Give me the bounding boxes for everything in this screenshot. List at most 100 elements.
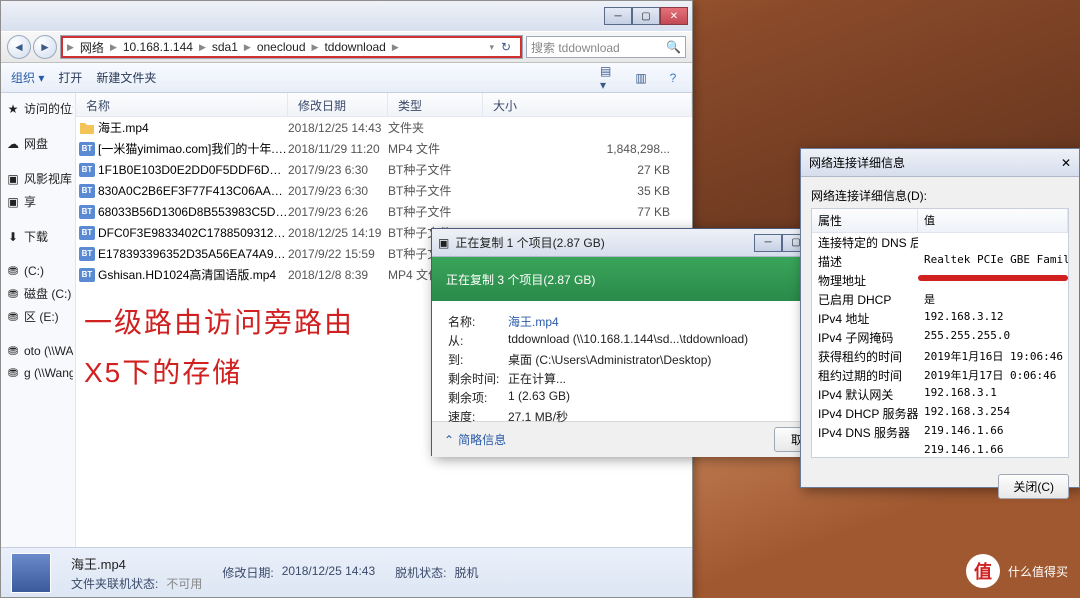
explorer-titlebar[interactable]: ─ ▢ ✕ [1, 1, 692, 31]
back-button[interactable]: ◄ [7, 35, 31, 59]
open-button[interactable]: 打开 [58, 69, 82, 86]
refresh-icon[interactable]: ↻ [496, 40, 516, 54]
watermark: 值 什么值得买 [966, 554, 1068, 588]
folder-icon [78, 121, 96, 135]
file-name: [一米猫yimimao.com]我们的十年.1080... [96, 140, 288, 157]
network-row[interactable]: IPv4 默认网关192.168.3.1 [812, 385, 1068, 404]
sidebar-item[interactable]: ★访问的位置 [3, 97, 73, 120]
close-icon[interactable]: ✕ [1061, 156, 1071, 170]
net-prop: IPv4 DHCP 服务器 [812, 404, 918, 423]
breadcrumb-item[interactable]: 10.168.1.144 [119, 40, 197, 54]
file-row[interactable]: BT830A0C2B6EF3F77F413C06AAC3A7A8...2017/… [76, 180, 692, 201]
net-val [918, 457, 1068, 458]
network-row[interactable]: 219.146.1.66 [812, 442, 1068, 457]
help-icon[interactable]: ? [664, 69, 682, 87]
breadcrumb-item[interactable]: sda1 [208, 40, 242, 54]
file-size: 77 KB [483, 205, 690, 219]
col-type[interactable]: 类型 [388, 93, 483, 116]
network-titlebar[interactable]: 网络连接详细信息 ✕ [801, 149, 1079, 177]
breadcrumb-item[interactable]: 网络 [76, 39, 108, 56]
dropdown-icon[interactable]: ▾ [489, 42, 494, 53]
file-row[interactable]: BT[一米猫yimimao.com]我们的十年.1080...2018/11/2… [76, 138, 692, 159]
col-date[interactable]: 修改日期 [288, 93, 388, 116]
file-row[interactable]: 海王.mp42018/12/25 14:43文件夹 [76, 117, 692, 138]
preview-icon[interactable]: ▥ [632, 69, 650, 87]
sidebar-item[interactable]: ⛃g (\\Wangta [3, 362, 73, 384]
annotation-text: X5下的存储 [84, 351, 242, 391]
col-value[interactable]: 值 [918, 209, 1068, 232]
net-val: 255.255.255.0 [918, 328, 1068, 347]
file-date: 2018/11/29 11:20 [288, 142, 388, 156]
file-size: 27 KB [483, 163, 690, 177]
copy-from: tddownload (\\10.168.1.144\sd...\tddownl… [508, 332, 828, 349]
copy-name[interactable]: 海王.mp4 [508, 313, 828, 330]
minimize-button[interactable]: ─ [604, 7, 632, 25]
bt-icon: BT [79, 163, 95, 177]
forward-button[interactable]: ► [33, 35, 57, 59]
breadcrumb[interactable]: ▶ 网络▶ 10.168.1.144▶ sda1▶ onecloud▶ tddo… [61, 36, 522, 58]
maximize-button[interactable]: ▢ [632, 7, 660, 25]
search-placeholder: 搜索 tddownload [531, 39, 620, 56]
sidebar-item[interactable]: ⬇下载 [3, 225, 73, 248]
close-button[interactable]: 关闭(C) [998, 474, 1069, 499]
chevron-up-icon: ⌃ [444, 433, 454, 447]
view-icon[interactable]: ▤ ▾ [600, 69, 618, 87]
network-row[interactable]: 物理地址 [812, 271, 1068, 290]
file-type: BT种子文件 [388, 182, 483, 199]
sidebar-item[interactable]: ⛃oto (\\WAN( [3, 340, 73, 362]
col-size[interactable]: 大小 [483, 93, 692, 116]
file-row[interactable]: BT1F1B0E103D0E2DD0F5DDF6DE739EE...2017/9… [76, 159, 692, 180]
network-row[interactable]: IPv4 地址192.168.3.12 [812, 309, 1068, 328]
network-drive-icon: ⛃ [5, 365, 21, 381]
sidebar-item[interactable]: ☁网盘 [3, 132, 73, 155]
more-info-toggle[interactable]: ⌃简略信息 [444, 431, 506, 448]
net-prop: IPv4 默认网关 [812, 385, 918, 404]
network-row[interactable]: 连接特定的 DNS 后缀 [812, 233, 1068, 252]
network-row[interactable]: IPv4 DHCP 服务器192.168.3.254 [812, 404, 1068, 423]
col-property[interactable]: 属性 [812, 209, 918, 232]
drive-icon: ⛃ [5, 309, 21, 325]
sidebar-item[interactable]: ⛃(C:) [3, 260, 73, 282]
minimize-button[interactable]: ─ [754, 234, 782, 252]
toolbar: 组织 ▾ 打开 新建文件夹 ▤ ▾ ▥ ? [1, 63, 692, 93]
sidebar-item[interactable]: ⛃磁盘 (C:) [3, 282, 73, 305]
net-prop: IPv4 DNS 服务器 [812, 423, 918, 442]
net-prop: IPv4 地址 [812, 309, 918, 328]
network-row[interactable]: IPv4 DNS 服务器219.146.1.66 [812, 423, 1068, 442]
file-name: 68033B56D1306D8B553983C5D5D58... [96, 205, 288, 219]
network-row[interactable]: IPv4 WINS 服务器 [812, 457, 1068, 458]
net-prop: IPv4 WINS 服务器 [812, 457, 918, 458]
network-row[interactable]: IPv4 子网掩码255.255.255.0 [812, 328, 1068, 347]
sidebar-item[interactable]: ▣享 [3, 190, 73, 213]
file-date: 2018/12/25 14:19 [288, 226, 388, 240]
search-input[interactable]: 搜索 tddownload 🔍 [526, 36, 686, 58]
cloud-icon: ☁ [5, 136, 21, 152]
breadcrumb-item[interactable]: onecloud [253, 40, 310, 54]
network-row[interactable]: 获得租约的时间2019年1月16日 19:06:46 [812, 347, 1068, 366]
network-table: 属性 值 连接特定的 DNS 后缀描述Realtek PCIe GBE Fami… [811, 208, 1069, 458]
net-prop: 物理地址 [812, 271, 918, 290]
watermark-badge-icon: 值 [966, 554, 1000, 588]
net-prop: 已启用 DHCP [812, 290, 918, 309]
file-size: 35 KB [483, 184, 690, 198]
copy-titlebar[interactable]: ▣正在复制 1 个项目(2.87 GB) ─ ▢ ✕ [432, 229, 844, 257]
copy-header: 正在复制 3 个项目(2.87 GB) [432, 257, 844, 301]
net-val: 192.168.3.1 [918, 385, 1068, 404]
network-row[interactable]: 租约过期的时间2019年1月17日 0:06:46 [812, 366, 1068, 385]
file-type: BT种子文件 [388, 203, 483, 220]
col-name[interactable]: 名称 [76, 93, 288, 116]
net-prop: IPv4 子网掩码 [812, 328, 918, 347]
breadcrumb-item[interactable]: tddownload [320, 40, 389, 54]
copy-remain: 1 (2.63 GB) [508, 389, 828, 406]
bt-icon: BT [79, 226, 95, 240]
net-prop [812, 442, 918, 457]
network-row[interactable]: 已启用 DHCP是 [812, 290, 1068, 309]
sidebar-item[interactable]: ▣风影视库 [3, 167, 73, 190]
sidebar-item[interactable]: ⛃区 (E:) [3, 305, 73, 328]
file-row[interactable]: BT68033B56D1306D8B553983C5D5D58...2017/9… [76, 201, 692, 222]
file-date: 2018/12/25 14:43 [288, 121, 388, 135]
copy-time: 正在计算... [508, 370, 828, 387]
network-row[interactable]: 描述Realtek PCIe GBE Family Contro [812, 252, 1068, 271]
newfolder-button[interactable]: 新建文件夹 [96, 69, 156, 86]
close-button[interactable]: ✕ [660, 7, 688, 25]
